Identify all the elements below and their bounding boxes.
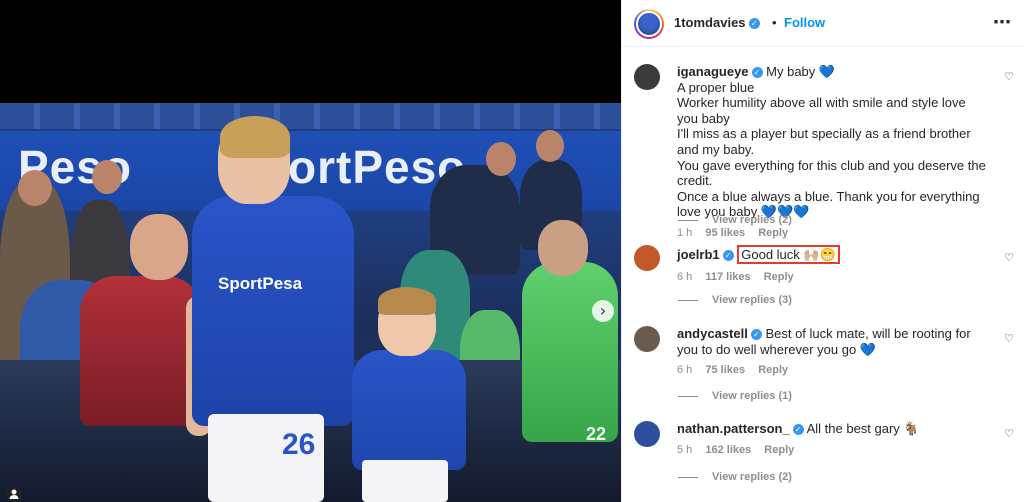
comment-likes[interactable]: 75 likes xyxy=(705,364,745,376)
view-replies-label[interactable]: View replies (2) xyxy=(712,214,792,226)
owner-username[interactable]: 1tomdavies ✓ xyxy=(674,15,760,30)
post-header: 1tomdavies ✓ • Follow ⋯ xyxy=(622,0,1024,47)
commenter-avatar[interactable] xyxy=(634,64,660,90)
photo-letterbox xyxy=(0,0,621,103)
like-heart-icon[interactable]: ♡ xyxy=(1004,332,1014,345)
post-photo[interactable]: Peso ortPeso 22 SportPesa 26 › xyxy=(0,0,621,502)
view-replies-label[interactable]: View replies (3) xyxy=(712,294,792,306)
replies-line xyxy=(678,395,698,397)
comment-item: iganagueye ✓ My baby 💙 A proper blue Work… xyxy=(634,64,1014,239)
reply-button[interactable]: Reply xyxy=(764,444,794,456)
replies-line xyxy=(678,476,698,478)
staff-head xyxy=(536,130,564,162)
view-replies-button[interactable]: View replies (3) xyxy=(678,294,792,306)
player-left-shirt xyxy=(80,276,202,426)
comment-likes[interactable]: 162 likes xyxy=(705,444,751,456)
goalkeeper-number: 22 xyxy=(586,424,607,444)
like-heart-icon[interactable]: ♡ xyxy=(1004,427,1014,440)
owner-avatar[interactable] xyxy=(634,9,664,39)
player-main-shirt xyxy=(192,196,354,426)
shirt-number: 26 xyxy=(282,428,316,461)
comment-body: andycastell ✓ Best of luck mate, will be … xyxy=(677,326,987,379)
commenter-avatar[interactable] xyxy=(634,326,660,352)
commenter-username[interactable]: joelrb1 xyxy=(677,247,720,262)
reply-button[interactable]: Reply xyxy=(764,271,794,283)
crowd-head xyxy=(18,170,52,206)
crowd-head xyxy=(92,160,122,194)
follow-button[interactable]: Follow xyxy=(784,15,825,30)
replies-line xyxy=(678,299,698,301)
commenter-username[interactable]: nathan.patterson_ xyxy=(677,421,790,436)
verified-badge-icon: ✓ xyxy=(792,424,804,436)
reply-button[interactable]: Reply xyxy=(758,364,788,376)
comments-panel: 1tomdavies ✓ • Follow ⋯ iganagueye ✓ My ba… xyxy=(621,0,1024,502)
shirt-sponsor: SportPesa xyxy=(218,274,303,293)
comment-item: joelrb1 ✓ Good luck 🙌🏼😁 6 h 117 likes Rep… xyxy=(634,245,1014,285)
comment-time[interactable]: 5 h xyxy=(677,444,692,456)
comment-text: Good luck 🙌🏼😁 xyxy=(741,247,836,262)
like-heart-icon[interactable]: ♡ xyxy=(1004,70,1014,83)
comment-time[interactable]: 1 h xyxy=(677,227,692,239)
comment-likes[interactable]: 95 likes xyxy=(705,227,745,239)
verified-badge-icon: ✓ xyxy=(748,18,760,30)
mascot-hair xyxy=(378,287,436,315)
like-heart-icon[interactable]: ♡ xyxy=(1004,251,1014,264)
replies-line xyxy=(678,219,698,221)
goalkeeper-shirt xyxy=(522,262,618,442)
reply-button[interactable]: Reply xyxy=(758,227,788,239)
comment-meta: 6 h 117 likes Reply xyxy=(677,270,987,286)
comment-item: andycastell ✓ Best of luck mate, will be … xyxy=(634,326,1014,382)
verified-badge-icon: ✓ xyxy=(751,67,763,79)
comment-text: My baby 💙 A proper blue Worker humility … xyxy=(677,64,986,220)
more-options-icon[interactable]: ⋯ xyxy=(993,12,1012,33)
next-photo-arrow-icon[interactable]: › xyxy=(592,300,614,322)
view-replies-label[interactable]: View replies (1) xyxy=(712,390,792,402)
user-tag-icon[interactable] xyxy=(6,486,22,502)
comment-meta: 5 h 162 likes Reply xyxy=(677,443,987,459)
comment-meta: 6 h 75 likes Reply xyxy=(677,363,987,379)
mascot-shirt xyxy=(352,350,466,470)
comment-meta: 1 h 95 likes Reply xyxy=(677,226,987,242)
comment-likes[interactable]: 117 likes xyxy=(705,271,750,283)
view-replies-button[interactable]: View replies (1) xyxy=(678,390,792,402)
comment-time[interactable]: 6 h xyxy=(677,271,692,283)
view-replies-button[interactable]: View replies (2) xyxy=(678,214,792,226)
highlighted-comment-text: Good luck 🙌🏼😁 xyxy=(737,245,840,264)
comment-item: nathan.patterson_ ✓ All the best gary 🐐 5… xyxy=(634,421,1014,461)
verified-badge-icon: ✓ xyxy=(722,250,734,262)
commenter-username[interactable]: iganagueye xyxy=(677,64,749,79)
commenter-avatar[interactable] xyxy=(634,245,660,271)
comment-time[interactable]: 6 h xyxy=(677,364,692,376)
commenter-avatar[interactable] xyxy=(634,421,660,447)
goalkeeper-head xyxy=(538,220,588,276)
comment-body: joelrb1 ✓ Good luck 🙌🏼😁 6 h 117 likes Rep… xyxy=(677,245,987,286)
view-replies-label[interactable]: View replies (2) xyxy=(712,471,792,483)
staff-head xyxy=(486,142,516,176)
verified-badge-icon: ✓ xyxy=(750,329,762,341)
mascot-shorts xyxy=(362,460,448,502)
header-separator: • xyxy=(772,15,777,30)
player-main-hair xyxy=(220,116,290,158)
comment-text: All the best gary 🐐 xyxy=(806,421,920,436)
player-left-head xyxy=(130,214,188,280)
view-replies-button[interactable]: View replies (2) xyxy=(678,471,792,483)
stadium-seats xyxy=(0,103,621,129)
owner-username-text[interactable]: 1tomdavies xyxy=(674,15,746,30)
commenter-username[interactable]: andycastell xyxy=(677,326,748,341)
comment-body: nathan.patterson_ ✓ All the best gary 🐐 5… xyxy=(677,421,987,458)
